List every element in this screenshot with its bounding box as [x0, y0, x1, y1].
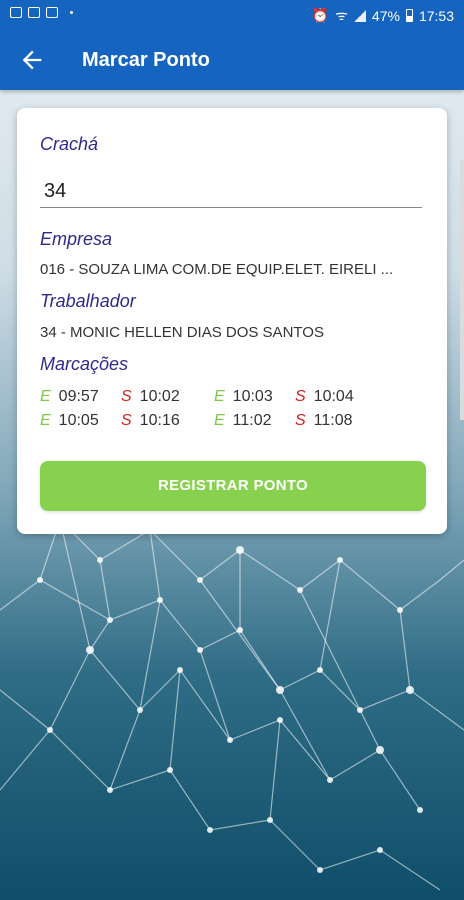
gallery-notification-icon: [10, 7, 22, 18]
saida-type: S: [121, 412, 132, 429]
cracha-label: Crachá: [40, 134, 99, 154]
wifi-icon: ᯤ: [335, 7, 348, 23]
saida-type: S: [295, 412, 306, 429]
saida-type: S: [295, 388, 306, 405]
cracha-input[interactable]: 34: [40, 174, 422, 208]
marcacao-item: E 10:05: [40, 412, 99, 430]
marcacoes-label: Marcações: [40, 354, 129, 374]
battery-percent: 47%: [371, 7, 400, 24]
clock: 17:53: [418, 7, 454, 24]
status-bar: ⏰ ᯤ 47% 17:53: [0, 0, 464, 30]
battery-icon: [405, 9, 413, 22]
trabalhador-value: 34 - MONIC HELLEN DIAS DOS SANTOS: [40, 324, 324, 341]
entrada-type: E: [214, 388, 225, 405]
entrada-type: E: [40, 412, 51, 429]
arrow-left-icon: [22, 50, 42, 70]
marcacao-item: S 11:08: [295, 412, 353, 430]
marcacao-time: 11:02: [232, 412, 272, 429]
marcacao-item: E 11:02: [214, 412, 272, 430]
marcacao-time: 10:16: [139, 412, 180, 429]
system-status: ⏰ ᯤ 47% 17:53: [312, 6, 454, 25]
entrada-type: E: [40, 388, 51, 405]
edge-panel-handle[interactable]: [460, 160, 464, 420]
marcacao-time: 10:05: [58, 412, 99, 429]
saida-type: S: [121, 388, 132, 405]
punch-card-form: Crachá 34 Empresa 016 - SOUZA LIMA COM.D…: [17, 108, 447, 534]
marcacao-item: S 10:16: [121, 412, 180, 430]
back-button[interactable]: [18, 46, 46, 74]
photo-notification-icon: [28, 7, 40, 18]
marcacao-time: 10:02: [139, 388, 180, 405]
trabalhador-label: Trabalhador: [40, 291, 136, 311]
empresa-value: 016 - SOUZA LIMA COM.DE EQUIP.ELET. EIRE…: [40, 261, 394, 278]
marcacao-time: 09:57: [58, 388, 99, 405]
empresa-label: Empresa: [40, 229, 113, 249]
marcacao-time: 11:08: [313, 412, 353, 429]
alarm-icon: ⏰: [311, 7, 330, 23]
marcacao-time: 10:03: [232, 388, 273, 405]
signal-icon: [353, 9, 366, 22]
marcacao-item: S 10:02: [121, 388, 180, 406]
marcacao-item: E 10:03: [214, 388, 273, 406]
marcacao-time: 10:04: [313, 388, 354, 405]
registrar-ponto-button[interactable]: REGISTRAR PONTO: [40, 461, 426, 511]
entrada-type: E: [214, 412, 225, 429]
app-bar: Marcar Ponto: [0, 30, 464, 90]
page-title: Marcar Ponto: [82, 49, 210, 71]
image-notification-icon: [46, 7, 58, 18]
more-notifications-icon: [70, 11, 73, 14]
marcacao-item: E 09:57: [40, 388, 99, 406]
marcacao-item: S 10:04: [295, 388, 354, 406]
notification-icons: [10, 7, 73, 18]
